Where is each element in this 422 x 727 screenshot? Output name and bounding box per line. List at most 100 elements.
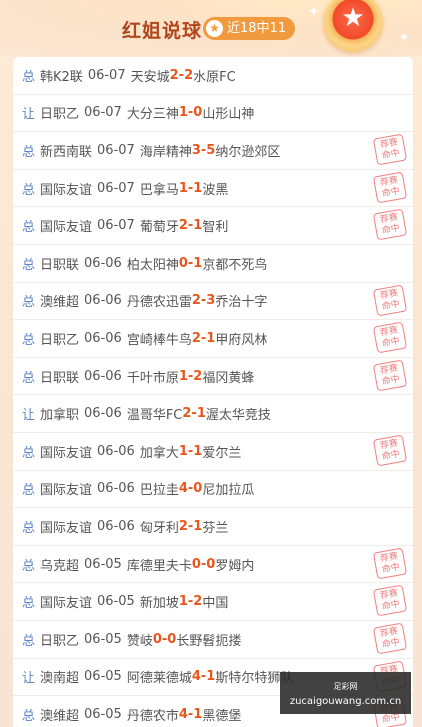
- away-score: 1: [206, 330, 216, 346]
- watermark-line2: zucaigouwang.com.cn: [289, 696, 402, 707]
- bet-type: 总: [22, 633, 36, 649]
- league-name: 日职乙: [40, 107, 80, 123]
- bet-type: 让: [22, 671, 36, 687]
- league-name: 日职联: [40, 257, 80, 273]
- home-team: 天安城: [130, 69, 170, 85]
- hit-stamp-icon: 荐赛命中: [372, 434, 408, 467]
- match-date: 06-06: [97, 481, 135, 497]
- home-score: 2: [169, 67, 179, 83]
- match-row[interactable]: 总韩K2联 06-07 天安城 2 - 2 水原FC: [13, 57, 413, 95]
- home-team: 葡萄牙: [139, 220, 179, 236]
- home-team: 宫崎棒牛鸟: [126, 332, 192, 348]
- home-score: 2: [178, 518, 188, 534]
- match-row[interactable]: 总乌克超 06-05 库德里夫卡 0 - 0 罗姆内 荐赛 命中: [13, 546, 413, 584]
- away-score: 2: [193, 594, 203, 610]
- league-name: 加拿职: [40, 408, 80, 424]
- bet-type: 总: [22, 332, 36, 348]
- home-team: 巴拿马: [139, 182, 179, 198]
- home-team: 新加坡: [139, 596, 179, 612]
- match-date: 06-07: [97, 180, 135, 196]
- away-team: 长野髫扼搂: [176, 633, 242, 649]
- league-name: 日职乙: [40, 332, 80, 348]
- home-score: 1: [178, 443, 188, 459]
- away-team: 渥太华竞技: [205, 408, 271, 424]
- match-row[interactable]: 总新西南联 06-07 海岸精神 3 - 5 纳尔逊郊区 荐赛 命中: [13, 132, 413, 170]
- bet-type: 总: [22, 69, 36, 85]
- home-team: 赞岐: [126, 633, 153, 649]
- match-row[interactable]: 总日职乙 06-05 赞岐 0 - 0 长野髫扼搂 荐赛 命中: [13, 621, 413, 659]
- away-team: 甲府风林: [215, 332, 268, 348]
- page-title: 红姐说球: [122, 20, 203, 42]
- bet-type: 总: [22, 520, 36, 536]
- medal-inner-star-icon: ★: [341, 3, 365, 33]
- home-team: 丹德农迅雷: [126, 295, 192, 311]
- away-team: 智利: [202, 220, 229, 236]
- sparkle-icon: ✦: [308, 4, 320, 20]
- medal-star-icon: ★: [323, 0, 383, 52]
- match-row[interactable]: 总国际友谊 06-05 新加坡 1 - 2 中国 荐赛 命中: [13, 583, 413, 621]
- bet-type: 让: [22, 408, 36, 424]
- watermark-line1: 足彩网: [333, 682, 358, 691]
- home-score: 4: [191, 669, 201, 685]
- home-team: 千叶市原: [126, 370, 179, 386]
- match-row[interactable]: 总国际友谊 06-07 葡萄牙 2 - 1 智利 荐赛 命中: [13, 207, 413, 245]
- home-score: 2: [191, 330, 201, 346]
- match-row[interactable]: 总日职联 06-06 柏太阳神 0 - 1 京都不死鸟: [13, 245, 413, 283]
- league-name: 澳维超: [40, 295, 80, 311]
- away-team: 罗姆内: [215, 558, 255, 574]
- away-score: 1: [193, 218, 203, 234]
- home-score: 0: [191, 556, 201, 572]
- league-name: 国际友谊: [40, 520, 93, 536]
- away-score: 1: [193, 255, 203, 271]
- home-score: 2: [182, 406, 192, 422]
- away-team: 京都不死鸟: [202, 257, 268, 273]
- match-row[interactable]: 总国际友谊 06-06 加拿大 1 - 1 爱尔兰 荐赛 命中: [13, 433, 413, 471]
- match-date: 06-05: [84, 706, 122, 722]
- hit-stamp-icon: 荐赛命中: [372, 208, 408, 241]
- away-score: 0: [193, 105, 203, 121]
- away-team: 爱尔兰: [202, 445, 242, 461]
- away-team: 福冈黄蜂: [202, 370, 255, 386]
- home-team: 海岸精神: [139, 144, 192, 160]
- bet-type: 总: [22, 257, 36, 273]
- match-row[interactable]: 总澳维超 06-06 丹德农迅雷 2 - 3 乔治十字 荐赛 命中: [13, 283, 413, 321]
- match-date: 06-06: [84, 368, 122, 384]
- match-row[interactable]: 让日职乙 06-07 大分三神 1 - 0 山形山神: [13, 95, 413, 133]
- home-score: 0: [178, 255, 188, 271]
- home-score: 1: [178, 594, 188, 610]
- home-team: 大分三神: [126, 107, 179, 123]
- match-row[interactable]: 总国际友谊 06-07 巴拿马 1 - 1 波黑 荐赛 命中: [13, 170, 413, 208]
- away-score: 1: [193, 706, 203, 722]
- league-name: 澳维超: [40, 708, 80, 724]
- site-watermark: 足彩网 zucaigouwang.com.cn: [280, 672, 411, 714]
- match-row[interactable]: 总日职联 06-06 千叶市原 1 - 2 福冈黄蜂 荐赛 命中: [13, 358, 413, 396]
- away-score: 2: [193, 368, 203, 384]
- away-score: 1: [193, 443, 203, 459]
- away-score: 0: [193, 481, 203, 497]
- home-score: 4: [178, 706, 188, 722]
- hit-stamp-icon: 荐赛命中: [372, 133, 408, 166]
- away-score: 0: [167, 631, 177, 647]
- hit-stamp-icon: 荐赛命中: [372, 321, 408, 354]
- league-name: 韩K2联: [40, 69, 83, 85]
- away-score: 2: [184, 67, 194, 83]
- home-team: 阿德莱德城: [126, 671, 192, 687]
- away-score: 1: [193, 180, 203, 196]
- star-icon: ★: [206, 20, 223, 37]
- home-team: 巴拉圭: [139, 483, 179, 499]
- league-name: 国际友谊: [40, 596, 93, 612]
- home-team: 库德里夫卡: [126, 558, 192, 574]
- home-score: 4: [178, 481, 188, 497]
- league-name: 日职乙: [40, 633, 80, 649]
- league-name: 日职联: [40, 370, 80, 386]
- away-score: 1: [196, 406, 206, 422]
- home-team: 匈牙利: [139, 520, 179, 536]
- match-row[interactable]: 让加拿职 06-06 温哥华FC 2 - 1 渥太华竞技: [13, 395, 413, 433]
- match-row[interactable]: 总国际友谊 06-06 匈牙利 2 - 1 芬兰: [13, 508, 413, 546]
- league-name: 新西南联: [40, 144, 93, 160]
- hit-stamp-icon: 荐赛命中: [372, 622, 408, 655]
- match-row[interactable]: 总国际友谊 06-06 巴拉圭 4 - 0 尼加拉瓜: [13, 471, 413, 509]
- league-name: 澳南超: [40, 671, 80, 687]
- match-row[interactable]: 总日职乙 06-06 宫崎棒牛鸟 2 - 1 甲府风林 荐赛 命中: [13, 320, 413, 358]
- home-score: 0: [152, 631, 162, 647]
